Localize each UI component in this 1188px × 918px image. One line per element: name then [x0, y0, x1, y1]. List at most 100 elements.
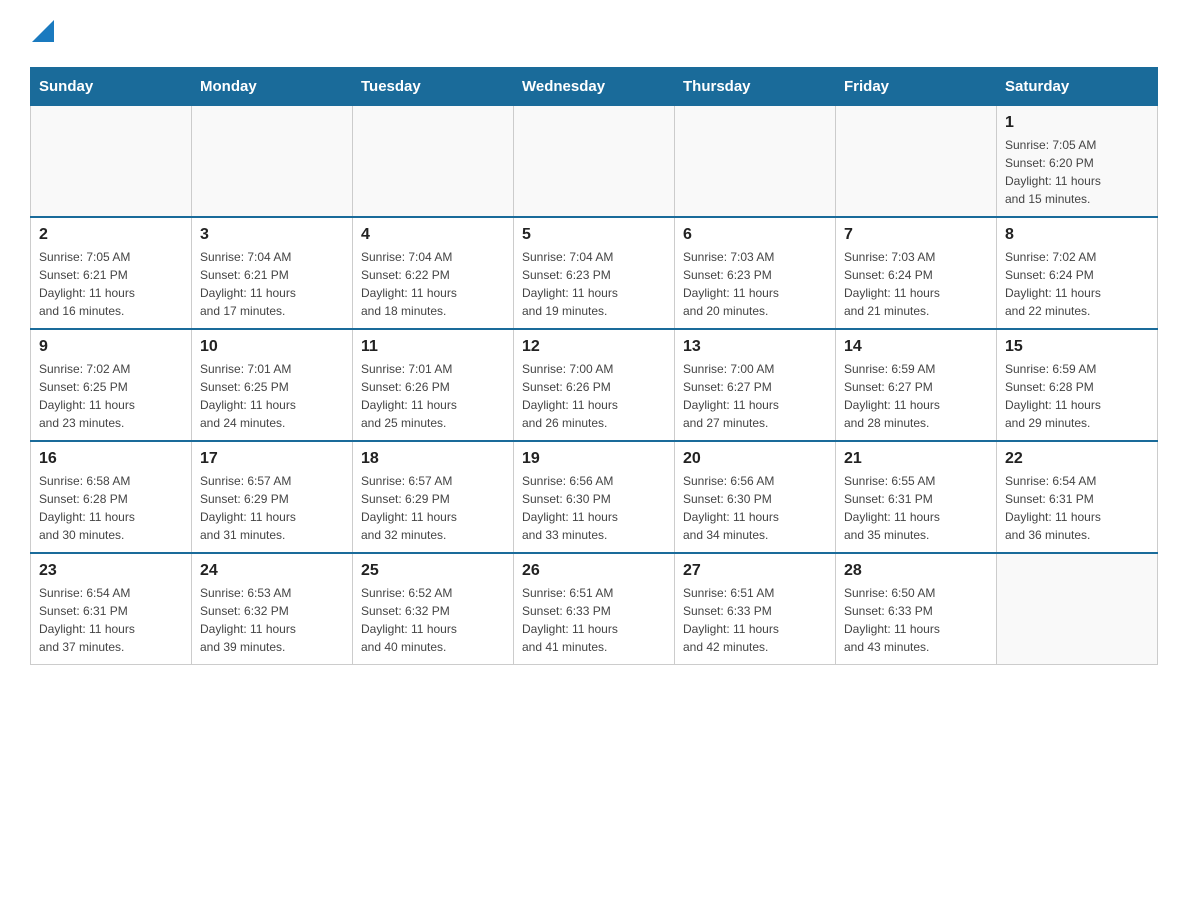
calendar-cell: 16 Sunrise: 6:58 AM Sunset: 6:28 PM Dayli…	[31, 441, 192, 553]
calendar-cell: 3Sunrise: 7:04 AM Sunset: 6:21 PM Daylig…	[192, 217, 353, 329]
day-info: Sunrise: 7:02 AM Sunset: 6:25 PM Dayligh…	[39, 360, 183, 432]
calendar-cell	[31, 106, 192, 218]
logo	[30, 20, 54, 47]
calendar-cell: 8 Sunrise: 7:02 AM Sunset: 6:24 PM Daylig…	[997, 217, 1158, 329]
day-number: 10	[200, 338, 344, 356]
calendar-week-row: 9 Sunrise: 7:02 AM Sunset: 6:25 PM Daylig…	[31, 329, 1158, 441]
calendar-cell: 25 Sunrise: 6:52 AM Sunset: 6:32 PM Dayli…	[353, 553, 514, 665]
day-info: Sunrise: 6:55 AM Sunset: 6:31 PM Dayligh…	[844, 472, 988, 544]
calendar-cell: 17Sunrise: 6:57 AM Sunset: 6:29 PM Dayli…	[192, 441, 353, 553]
day-number: 21	[844, 450, 988, 468]
day-info: Sunrise: 6:58 AM Sunset: 6:28 PM Dayligh…	[39, 472, 183, 544]
day-info: Sunrise: 6:54 AM Sunset: 6:31 PM Dayligh…	[1005, 472, 1149, 544]
day-info: Sunrise: 7:05 AM Sunset: 6:21 PM Dayligh…	[39, 248, 183, 320]
day-info: Sunrise: 7:03 AM Sunset: 6:24 PM Dayligh…	[844, 248, 988, 320]
calendar-cell: 21 Sunrise: 6:55 AM Sunset: 6:31 PM Dayli…	[836, 441, 997, 553]
day-info: Sunrise: 6:54 AM Sunset: 6:31 PM Dayligh…	[39, 584, 183, 656]
day-number: 15	[1005, 338, 1149, 356]
calendar-header-row: SundayMondayTuesdayWednesdayThursdayFrid…	[31, 68, 1158, 106]
day-info: Sunrise: 6:51 AM Sunset: 6:33 PM Dayligh…	[522, 584, 666, 656]
day-info: Sunrise: 6:53 AM Sunset: 6:32 PM Dayligh…	[200, 584, 344, 656]
calendar-cell: 19 Sunrise: 6:56 AM Sunset: 6:30 PM Dayli…	[514, 441, 675, 553]
calendar-cell: 26Sunrise: 6:51 AM Sunset: 6:33 PM Dayli…	[514, 553, 675, 665]
weekday-header-friday: Friday	[836, 68, 997, 106]
day-info: Sunrise: 7:04 AM Sunset: 6:23 PM Dayligh…	[522, 248, 666, 320]
day-number: 16	[39, 450, 183, 468]
weekday-header-thursday: Thursday	[675, 68, 836, 106]
calendar-cell: 28 Sunrise: 6:50 AM Sunset: 6:33 PM Dayli…	[836, 553, 997, 665]
weekday-header-tuesday: Tuesday	[353, 68, 514, 106]
day-info: Sunrise: 7:05 AM Sunset: 6:20 PM Dayligh…	[1005, 136, 1149, 208]
day-info: Sunrise: 7:04 AM Sunset: 6:21 PM Dayligh…	[200, 248, 344, 320]
day-info: Sunrise: 7:01 AM Sunset: 6:26 PM Dayligh…	[361, 360, 505, 432]
calendar-cell: 14 Sunrise: 6:59 AM Sunset: 6:27 PM Dayli…	[836, 329, 997, 441]
day-info: Sunrise: 6:52 AM Sunset: 6:32 PM Dayligh…	[361, 584, 505, 656]
day-info: Sunrise: 6:57 AM Sunset: 6:29 PM Dayligh…	[361, 472, 505, 544]
day-info: Sunrise: 6:57 AM Sunset: 6:29 PM Dayligh…	[200, 472, 344, 544]
calendar-table: SundayMondayTuesdayWednesdayThursdayFrid…	[30, 67, 1158, 665]
day-number: 11	[361, 338, 505, 356]
calendar-cell: 2 Sunrise: 7:05 AM Sunset: 6:21 PM Daylig…	[31, 217, 192, 329]
day-info: Sunrise: 7:00 AM Sunset: 6:26 PM Dayligh…	[522, 360, 666, 432]
day-number: 28	[844, 562, 988, 580]
calendar-cell	[997, 553, 1158, 665]
day-number: 14	[844, 338, 988, 356]
logo-triangle-icon	[32, 20, 54, 42]
calendar-week-row: 23 Sunrise: 6:54 AM Sunset: 6:31 PM Dayli…	[31, 553, 1158, 665]
day-info: Sunrise: 6:59 AM Sunset: 6:27 PM Dayligh…	[844, 360, 988, 432]
day-number: 18	[361, 450, 505, 468]
calendar-cell: 23 Sunrise: 6:54 AM Sunset: 6:31 PM Dayli…	[31, 553, 192, 665]
day-info: Sunrise: 7:00 AM Sunset: 6:27 PM Dayligh…	[683, 360, 827, 432]
calendar-cell: 4 Sunrise: 7:04 AM Sunset: 6:22 PM Daylig…	[353, 217, 514, 329]
calendar-cell: 11 Sunrise: 7:01 AM Sunset: 6:26 PM Dayli…	[353, 329, 514, 441]
day-number: 27	[683, 562, 827, 580]
day-number: 13	[683, 338, 827, 356]
calendar-cell	[675, 106, 836, 218]
calendar-week-row: 1 Sunrise: 7:05 AM Sunset: 6:20 PM Daylig…	[31, 106, 1158, 218]
day-number: 4	[361, 226, 505, 244]
day-info: Sunrise: 7:04 AM Sunset: 6:22 PM Dayligh…	[361, 248, 505, 320]
day-number: 12	[522, 338, 666, 356]
day-number: 9	[39, 338, 183, 356]
calendar-cell: 13 Sunrise: 7:00 AM Sunset: 6:27 PM Dayli…	[675, 329, 836, 441]
calendar-week-row: 2 Sunrise: 7:05 AM Sunset: 6:21 PM Daylig…	[31, 217, 1158, 329]
calendar-cell: 15 Sunrise: 6:59 AM Sunset: 6:28 PM Dayli…	[997, 329, 1158, 441]
day-number: 6	[683, 226, 827, 244]
day-info: Sunrise: 6:56 AM Sunset: 6:30 PM Dayligh…	[522, 472, 666, 544]
day-number: 20	[683, 450, 827, 468]
calendar-cell: 12 Sunrise: 7:00 AM Sunset: 6:26 PM Dayli…	[514, 329, 675, 441]
day-number: 24	[200, 562, 344, 580]
day-number: 19	[522, 450, 666, 468]
weekday-header-sunday: Sunday	[31, 68, 192, 106]
day-number: 1	[1005, 114, 1149, 132]
calendar-cell	[353, 106, 514, 218]
calendar-cell	[514, 106, 675, 218]
day-number: 7	[844, 226, 988, 244]
calendar-cell: 27 Sunrise: 6:51 AM Sunset: 6:33 PM Dayli…	[675, 553, 836, 665]
day-info: Sunrise: 6:50 AM Sunset: 6:33 PM Dayligh…	[844, 584, 988, 656]
calendar-cell: 20 Sunrise: 6:56 AM Sunset: 6:30 PM Dayli…	[675, 441, 836, 553]
day-info: Sunrise: 6:56 AM Sunset: 6:30 PM Dayligh…	[683, 472, 827, 544]
calendar-cell	[192, 106, 353, 218]
day-info: Sunrise: 7:02 AM Sunset: 6:24 PM Dayligh…	[1005, 248, 1149, 320]
day-info: Sunrise: 6:59 AM Sunset: 6:28 PM Dayligh…	[1005, 360, 1149, 432]
calendar-cell: 18 Sunrise: 6:57 AM Sunset: 6:29 PM Dayli…	[353, 441, 514, 553]
calendar-cell: 6 Sunrise: 7:03 AM Sunset: 6:23 PM Daylig…	[675, 217, 836, 329]
day-info: Sunrise: 7:01 AM Sunset: 6:25 PM Dayligh…	[200, 360, 344, 432]
calendar-cell	[836, 106, 997, 218]
day-info: Sunrise: 6:51 AM Sunset: 6:33 PM Dayligh…	[683, 584, 827, 656]
calendar-cell: 7 Sunrise: 7:03 AM Sunset: 6:24 PM Daylig…	[836, 217, 997, 329]
day-number: 2	[39, 226, 183, 244]
weekday-header-monday: Monday	[192, 68, 353, 106]
calendar-cell: 10 Sunrise: 7:01 AM Sunset: 6:25 PM Dayli…	[192, 329, 353, 441]
weekday-header-saturday: Saturday	[997, 68, 1158, 106]
day-info: Sunrise: 7:03 AM Sunset: 6:23 PM Dayligh…	[683, 248, 827, 320]
calendar-cell: 24 Sunrise: 6:53 AM Sunset: 6:32 PM Dayli…	[192, 553, 353, 665]
weekday-header-wednesday: Wednesday	[514, 68, 675, 106]
calendar-cell: 5 Sunrise: 7:04 AM Sunset: 6:23 PM Daylig…	[514, 217, 675, 329]
day-number: 8	[1005, 226, 1149, 244]
day-number: 23	[39, 562, 183, 580]
day-number: 5	[522, 226, 666, 244]
day-number: 25	[361, 562, 505, 580]
calendar-cell: 1 Sunrise: 7:05 AM Sunset: 6:20 PM Daylig…	[997, 106, 1158, 218]
